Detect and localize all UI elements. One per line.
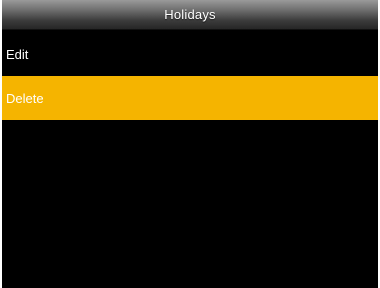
menu-item-delete[interactable]: Delete <box>2 76 378 120</box>
menu-item-label: Delete <box>6 90 44 106</box>
device-screen: Holidays Edit Delete <box>2 0 378 288</box>
title-bar: Holidays <box>2 0 378 30</box>
page-title: Holidays <box>164 7 216 22</box>
menu-list: Edit Delete <box>2 32 378 120</box>
menu-item-label: Edit <box>6 46 29 62</box>
menu-item-edit[interactable]: Edit <box>2 32 378 76</box>
